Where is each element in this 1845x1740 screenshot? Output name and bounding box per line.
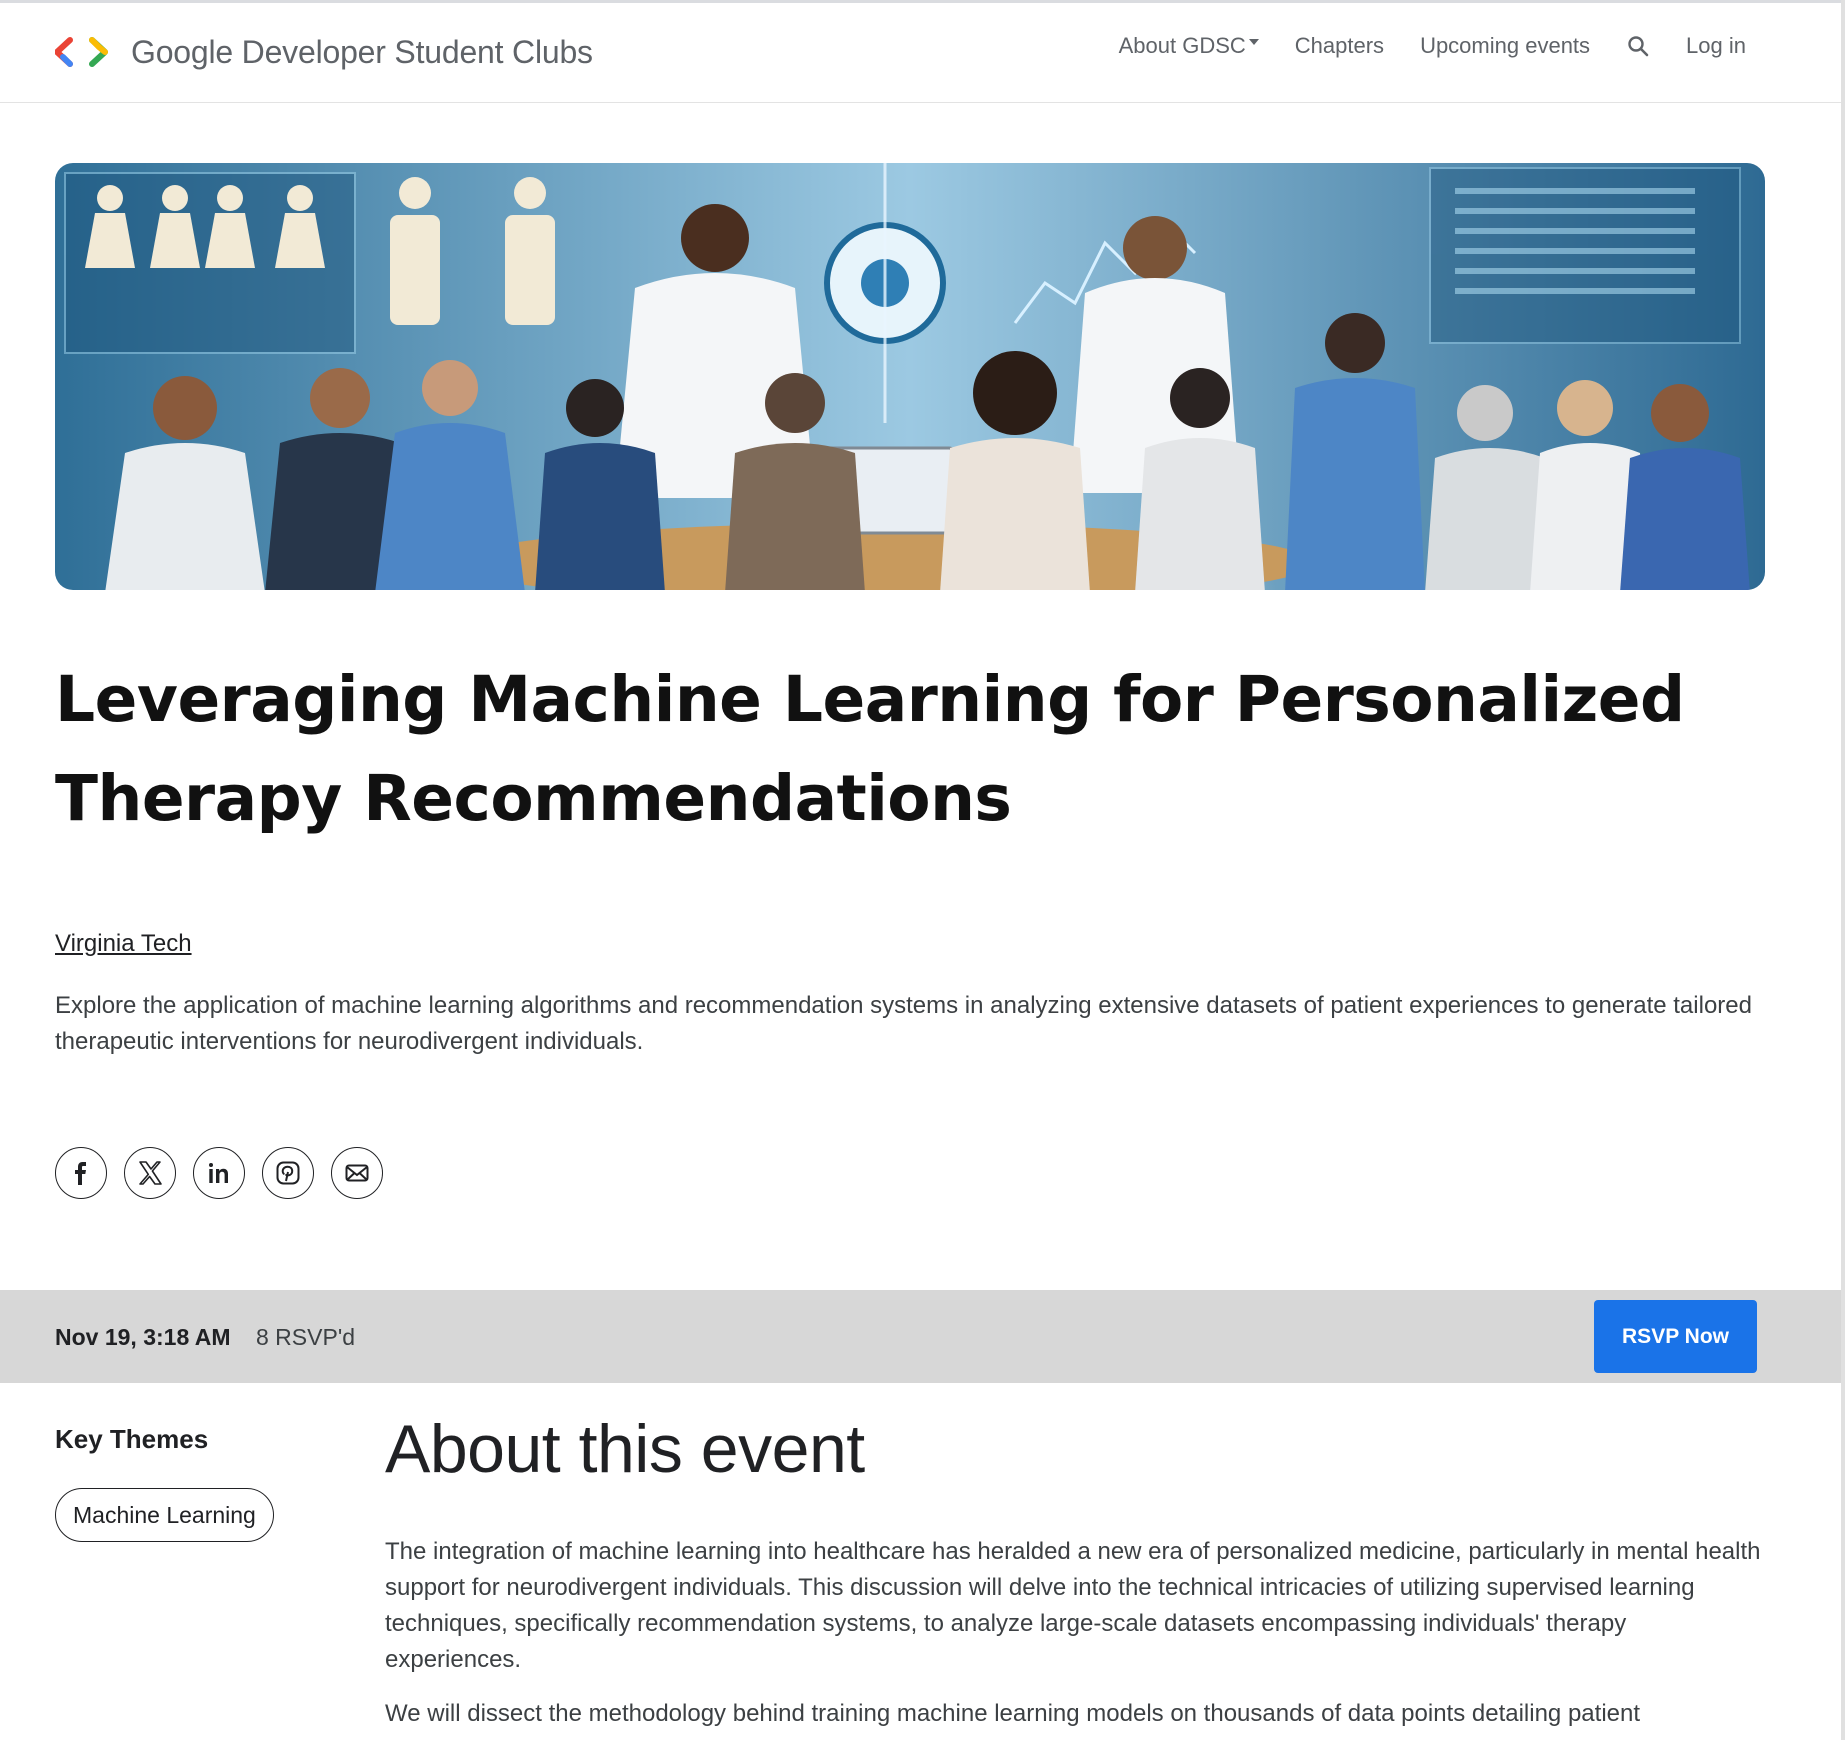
scrollbar[interactable] (1841, 0, 1845, 1740)
share-linkedin-button[interactable] (193, 1147, 245, 1199)
nav-chapters[interactable]: Chapters (1295, 33, 1384, 59)
share-buttons (55, 1147, 400, 1199)
nav-upcoming-events[interactable]: Upcoming events (1420, 33, 1590, 59)
event-banner-image (55, 163, 1765, 590)
share-x-button[interactable] (124, 1147, 176, 1199)
x-icon (139, 1161, 162, 1185)
top-navigation: Google Developer Student Clubs About GDS… (0, 3, 1841, 103)
about-heading: About this event (385, 1411, 865, 1487)
email-icon (345, 1164, 369, 1182)
chapter-link[interactable]: Virginia Tech (55, 930, 192, 958)
nav-links: About GDSC Chapters Upcoming events Log … (1119, 33, 1746, 59)
chevron-down-icon (1248, 39, 1259, 45)
theme-chip[interactable]: Machine Learning (55, 1488, 274, 1542)
rsvp-now-button[interactable]: RSVP Now (1594, 1300, 1757, 1373)
event-title: Leveraging Machine Learning for Personal… (55, 663, 1685, 835)
search-button[interactable] (1626, 34, 1650, 58)
login-link[interactable]: Log in (1686, 33, 1746, 59)
share-facebook-button[interactable] (55, 1147, 107, 1199)
nav-about-gdsc-label: About GDSC (1118, 33, 1246, 58)
nav-about-gdsc[interactable]: About GDSC (1119, 33, 1259, 59)
share-pinterest-button[interactable] (262, 1147, 314, 1199)
gdsc-logo-icon (55, 37, 108, 67)
facebook-icon (75, 1162, 86, 1185)
about-paragraph: The integration of machine learning into… (385, 1538, 1761, 1673)
rsvp-count: 8 RSVP'd (256, 1324, 355, 1350)
share-email-button[interactable] (331, 1147, 383, 1199)
gdsc-logo-link[interactable]: Google Developer Student Clubs (55, 29, 593, 75)
event-description: Explore the application of machine learn… (55, 992, 1752, 1055)
pinterest-icon (276, 1161, 300, 1185)
key-themes-heading: Key Themes (55, 1424, 209, 1454)
event-date: Nov 19, 3:18 AM (55, 1324, 231, 1350)
linkedin-icon (209, 1163, 228, 1183)
about-paragraph: We will dissect the methodology behind t… (385, 1700, 1641, 1727)
event-info-bar: Nov 19, 3:18 AM 8 RSVP'd RSVP Now (0, 1290, 1841, 1383)
brand-name: Google Developer Student Clubs (131, 33, 593, 70)
search-icon (1628, 36, 1649, 57)
about-body: The integration of machine learning into… (385, 1534, 1765, 1740)
